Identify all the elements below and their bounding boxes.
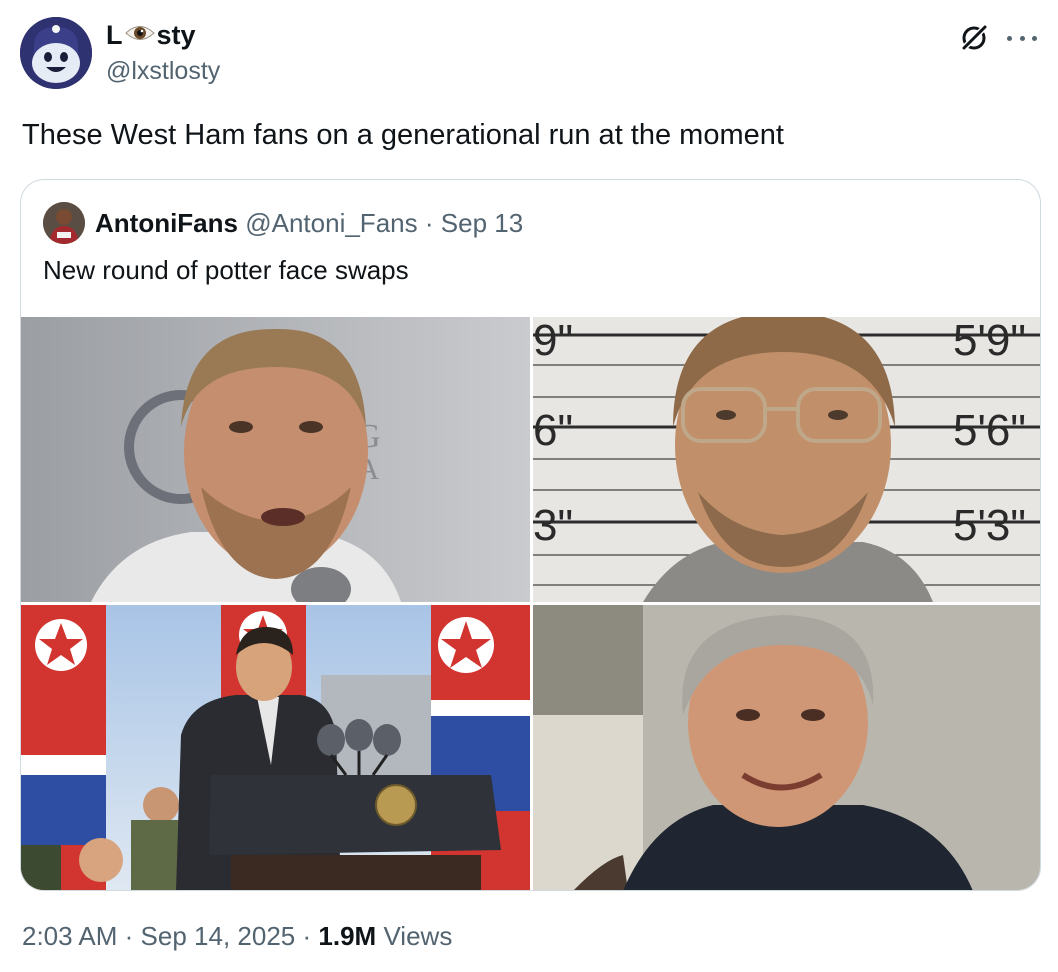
more-options-icon[interactable] [1004,22,1040,54]
quoted-header: AntoniFans @Antoni_Fans · Sep 13 [95,206,523,240]
mugshot-photo: 9" 6" 3" 5'9" 5'6" 5'3" [533,317,1040,602]
quoted-author-handle[interactable]: @Antoni_Fans [245,208,417,238]
height-mark: 5'6" [953,406,1026,455]
height-mark: 6" [533,406,573,455]
quoted-author-name[interactable]: AntoniFans [95,208,238,238]
portrait-photo [533,605,1040,890]
separator-dot: · [302,921,312,951]
quoted-tweet[interactable]: AntoniFans @Antoni_Fans · Sep 13 New rou… [20,179,1041,891]
height-mark: 3" [533,501,573,550]
height-mark: 5'3" [953,501,1026,550]
media-image-4[interactable] [533,605,1040,890]
author-handle[interactable]: @lxstlosty [106,54,220,88]
author-info: L sty @lxstlosty [106,18,220,88]
quoted-text: New round of potter face swaps [43,255,409,285]
height-mark: 5'9" [953,317,1026,365]
height-mark: 9" [533,317,573,365]
media-image-3[interactable] [21,605,530,890]
media-image-1[interactable]: G SA [21,317,530,602]
author-display-name[interactable]: L sty [106,18,220,52]
author-avatar[interactable] [20,17,92,89]
views-count: 1.9M [318,921,377,951]
quoted-author-avatar[interactable] [43,202,85,244]
podium-speech-photo [21,605,530,890]
eye-emoji-icon [124,18,156,52]
tweet-time[interactable]: 2:03 AM [22,921,117,951]
quoted-date[interactable]: Sep 13 [441,208,523,238]
separator-dot: · [124,921,134,951]
grok-icon[interactable] [958,22,990,54]
ghost-mascot-icon [20,17,92,89]
media-image-2[interactable]: 9" 6" 3" 5'9" 5'6" 5'3" [533,317,1040,602]
separator-dot: · [424,208,434,238]
tweet-text: These West Ham fans on a generational ru… [22,119,784,151]
press-conference-photo: G SA [21,317,530,602]
tweet-date[interactable]: Sep 14, 2025 [141,921,296,951]
tweet-meta: 2:03 AM · Sep 14, 2025 · 1.9M Views [22,918,452,954]
views-label: Views [383,921,453,951]
media-grid: G SA [21,317,1040,890]
